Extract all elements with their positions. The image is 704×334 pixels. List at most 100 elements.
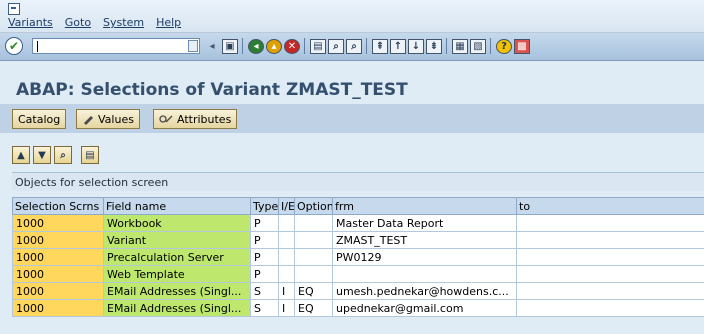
separator [242,38,243,54]
type-cell[interactable]: P [250,248,279,266]
include-exclude-cell[interactable]: I [278,299,295,317]
layout-icon[interactable]: ▩ [514,39,530,54]
column-header-option[interactable]: Option [294,197,333,215]
menu-item-help[interactable]: Help [156,16,181,29]
command-field[interactable] [32,38,200,54]
values-button[interactable]: Values [76,109,140,129]
shortcut-icon[interactable]: ▧ [470,39,486,54]
menu-item-goto[interactable]: Goto [65,16,91,29]
find-icon[interactable]: ⌕ [54,146,72,164]
from-value-cell[interactable]: ZMAST_TEST [332,231,517,249]
selection-screen-cell[interactable]: 1000 [12,282,104,300]
table-row[interactable]: 1000 Workbook P Master Data Report [12,214,704,232]
cancel-icon[interactable]: ✕ [284,39,300,54]
attributes-button[interactable]: Attributes [153,109,238,129]
selection-screen-cell[interactable]: 1000 [12,248,104,266]
type-cell[interactable]: P [250,231,279,249]
option-cell[interactable] [294,231,333,249]
column-header-include-exclude[interactable]: I/E [278,197,295,215]
save-icon[interactable]: ▣ [222,39,238,54]
from-value-cell[interactable] [332,265,517,283]
menu-item-system[interactable]: System [103,16,144,29]
option-cell[interactable] [294,265,333,283]
option-cell[interactable] [294,214,333,232]
from-value-cell[interactable]: upednekar@gmail.com [332,299,517,317]
details-icon[interactable]: ▲ [12,146,30,164]
catalog-label: Catalog [18,112,61,126]
enter-check-icon[interactable]: ✔ [5,37,23,55]
field-name-cell[interactable]: Workbook [103,214,251,232]
to-value-cell[interactable] [516,248,704,266]
exit-icon[interactable]: ▴ [266,39,282,54]
selection-screen-cell[interactable]: 1000 [12,299,104,317]
print-icon[interactable]: ▤ [310,39,326,54]
first-page-icon[interactable]: ⇞ [372,39,388,54]
to-value-cell[interactable] [516,282,704,300]
column-header-from[interactable]: frm [332,197,517,215]
separator [366,38,367,54]
column-header-to[interactable]: to [516,197,704,215]
find-next-icon[interactable]: ⌕ [346,39,362,54]
separator [446,38,447,54]
column-header-selection-screens[interactable]: Selection Scrns [12,197,104,215]
attributes-label: Attributes [177,112,232,126]
menu: Variants Goto System Help [8,16,181,29]
table-header-row: Selection Scrns Field name Type I/E Opti… [12,197,704,215]
table-row[interactable]: 1000 EMail Addresses (Singl... S I EQ um… [12,282,704,300]
last-page-icon[interactable]: ⇟ [426,39,442,54]
system-menu-icon[interactable] [8,3,20,15]
filter-icon[interactable]: ▼ [33,146,51,164]
grid-title: Objects for selection screen [12,172,704,191]
include-exclude-cell[interactable]: I [278,282,295,300]
grid-toolbar: ▲ ▼ ⌕ ▤ [12,146,99,164]
table-row[interactable]: 1000 Variant P ZMAST_TEST [12,231,704,249]
to-value-cell[interactable] [516,231,704,249]
find-icon[interactable]: ⌕ [328,39,344,54]
catalog-button[interactable]: Catalog [12,109,67,129]
to-value-cell[interactable] [516,214,704,232]
field-name-cell[interactable]: EMail Addresses (Singl... [103,282,251,300]
field-name-cell[interactable]: Precalculation Server [103,248,251,266]
to-value-cell[interactable] [516,265,704,283]
type-cell[interactable]: S [250,282,279,300]
include-exclude-cell[interactable] [278,265,295,283]
page-title: ABAP: Selections of Variant ZMAST_TEST [16,80,408,100]
type-cell[interactable]: P [250,214,279,232]
field-name-cell[interactable]: EMail Addresses (Singl... [103,299,251,317]
include-exclude-cell[interactable] [278,214,295,232]
print-icon[interactable]: ▤ [81,146,99,164]
help-icon[interactable]: ? [496,39,512,54]
menu-item-variants[interactable]: Variants [8,16,53,29]
column-header-type[interactable]: Type [250,197,279,215]
table-row[interactable]: 1000 Web Template P [12,265,704,283]
include-exclude-cell[interactable] [278,231,295,249]
back-icon[interactable]: ◂ [248,39,264,54]
selection-screen-cell[interactable]: 1000 [12,214,104,232]
to-value-cell[interactable] [516,299,704,317]
values-label: Values [98,112,134,126]
from-value-cell[interactable]: umesh.pednekar@howdens.c... [332,282,517,300]
from-value-cell[interactable]: PW0129 [332,248,517,266]
previous-page-icon[interactable]: ↑ [390,39,406,54]
include-exclude-cell[interactable] [278,248,295,266]
selection-screen-cell[interactable]: 1000 [12,231,104,249]
type-cell[interactable]: S [250,299,279,317]
next-page-icon[interactable]: ↓ [408,39,424,54]
column-header-field-name[interactable]: Field name [103,197,251,215]
option-cell[interactable]: EQ [294,299,333,317]
selection-screen-cell[interactable]: 1000 [12,265,104,283]
option-cell[interactable] [294,248,333,266]
type-cell[interactable]: P [250,265,279,283]
attributes-icon [159,115,173,123]
collapse-arrow-icon[interactable]: ◂ [204,39,220,54]
option-cell[interactable]: EQ [294,282,333,300]
separator [490,38,491,54]
create-session-icon[interactable]: ▦ [452,39,468,54]
from-value-cell[interactable]: Master Data Report [332,214,517,232]
table-row[interactable]: 1000 EMail Addresses (Singl... S I EQ up… [12,299,704,317]
command-history-dropdown[interactable] [188,40,198,52]
field-name-cell[interactable]: Web Template [103,265,251,283]
field-name-cell[interactable]: Variant [103,231,251,249]
table-row[interactable]: 1000 Precalculation Server P PW0129 [12,248,704,266]
selection-table: Selection Scrns Field name Type I/E Opti… [12,197,704,317]
